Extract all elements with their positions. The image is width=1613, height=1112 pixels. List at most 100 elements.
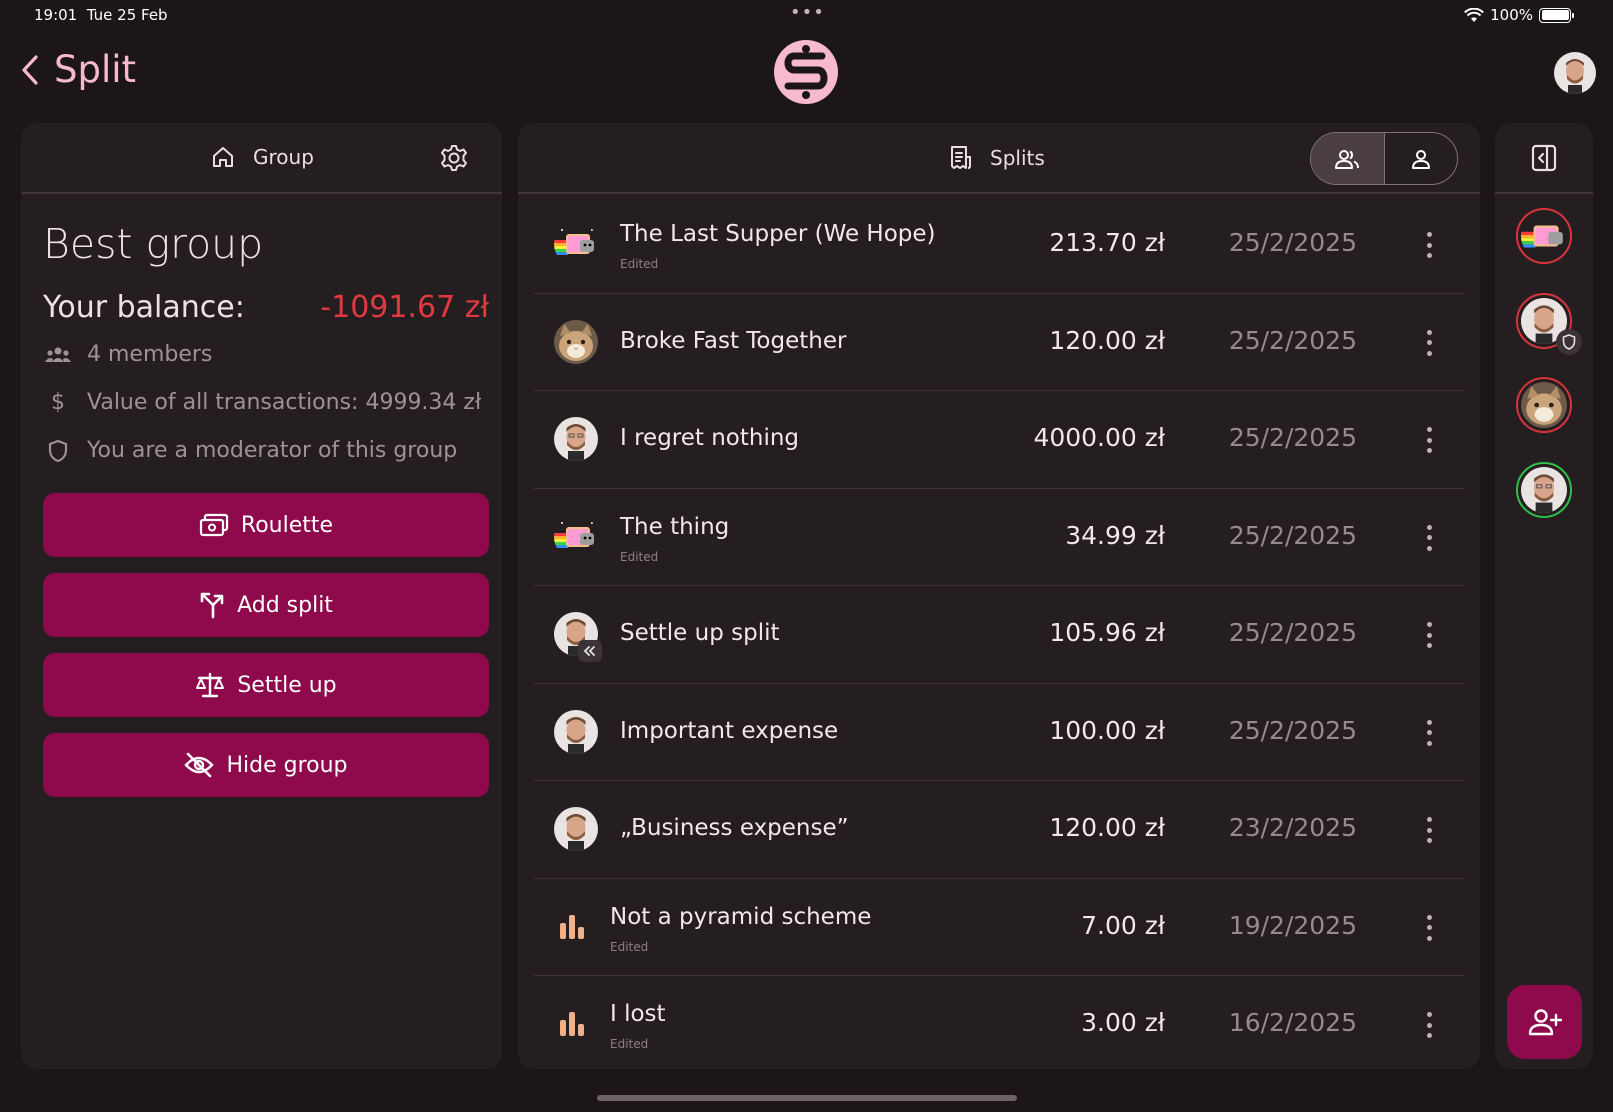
splits-panel: Splits The Last Supper (We Hope) Edited …	[518, 123, 1480, 1069]
members-panel-header	[1495, 123, 1593, 194]
split-date: 25/2/2025	[1228, 228, 1357, 257]
more-vertical-icon[interactable]	[1422, 230, 1436, 260]
split-name: I lost	[610, 1001, 666, 1027]
split-amount: 4000.00 zł	[1033, 423, 1165, 452]
split-name: I regret nothing	[620, 425, 800, 451]
bar-chart-icon	[558, 911, 588, 941]
split-edited: Edited	[620, 549, 659, 564]
shield-icon	[43, 439, 73, 463]
split-row[interactable]: I regret nothing 4000.00 zł 25/2/2025	[534, 391, 1464, 489]
split-row[interactable]: The Last Supper (We Hope) Edited 213.70 …	[534, 196, 1464, 294]
man-avatar	[554, 417, 598, 461]
split-date: 25/2/2025	[1228, 618, 1357, 647]
tab-splits[interactable]: Splits	[948, 145, 1045, 171]
roulette-label: Roulette	[240, 512, 334, 538]
split-row[interactable]: Settle up split 105.96 zł 25/2/2025	[534, 586, 1464, 684]
split-amount: 7.00 zł	[1081, 910, 1165, 940]
sidebar-collapse-icon[interactable]	[1531, 144, 1557, 176]
split-amount: 213.70 zł	[1049, 228, 1165, 257]
members-row: 4 members	[43, 342, 212, 367]
balance-row: Your balance: -1091.67 zł	[43, 290, 489, 325]
nyan-cat-avatar	[554, 222, 598, 266]
home-icon	[213, 147, 233, 167]
cat-avatar	[1521, 382, 1567, 428]
group-panel: Group Best group Your balance: -1091.67 …	[21, 123, 502, 1069]
split-amount: 3.00 zł	[1081, 1008, 1165, 1037]
member-avatar[interactable]	[1516, 208, 1572, 264]
settle-up-label: Settle up	[237, 672, 337, 698]
hide-group-button[interactable]: Hide group	[43, 733, 489, 797]
add-member-button[interactable]	[1507, 985, 1582, 1059]
man-avatar	[554, 807, 598, 851]
users-icon	[43, 345, 73, 365]
gear-icon[interactable]	[439, 143, 469, 177]
personal-view-toggle[interactable]	[1385, 133, 1458, 184]
split-name: Not a pyramid scheme	[610, 903, 872, 930]
back-button[interactable]: Split	[20, 48, 136, 91]
multitasking-dots-icon[interactable]: •••	[790, 2, 825, 23]
member-avatar[interactable]	[1516, 462, 1572, 518]
split-date: 25/2/2025	[1228, 325, 1357, 355]
settle-up-button[interactable]: Settle up	[43, 653, 489, 717]
member-avatar[interactable]	[1516, 293, 1582, 355]
split-logo-icon	[774, 40, 838, 104]
user-icon	[1411, 149, 1430, 169]
split-edited: Edited	[610, 1037, 649, 1051]
more-vertical-icon[interactable]	[1422, 1010, 1436, 1040]
status-clock: 19:01	[34, 6, 78, 24]
tab-group-label: Group	[253, 145, 314, 169]
more-vertical-icon[interactable]	[1422, 815, 1436, 845]
balance-value: -1091.67 zł	[320, 290, 489, 325]
split-row[interactable]: I lost Edited 3.00 zł 16/2/2025	[534, 976, 1464, 1069]
split-row[interactable]: Broke Fast Together 120.00 zł 25/2/2025	[534, 294, 1464, 391]
transactions-row: $ Value of all transactions: 4999.34 zł	[43, 390, 481, 415]
split-row[interactable]: Important expense 100.00 zł 25/2/2025	[534, 684, 1464, 781]
transactions-value: Value of all transactions: 4999.34 zł	[87, 390, 482, 415]
split-date: 23/2/2025	[1228, 813, 1357, 842]
split-row[interactable]: „Business expense” 120.00 zł 23/2/2025	[534, 781, 1464, 879]
group-name: Best group	[43, 220, 264, 268]
more-vertical-icon[interactable]	[1422, 913, 1436, 943]
more-vertical-icon[interactable]	[1422, 328, 1436, 358]
add-split-button[interactable]: Add split	[43, 573, 489, 637]
split-amount: 120.00 zł	[1049, 813, 1165, 842]
split-name: The thing	[620, 513, 730, 540]
split-name: Settle up split	[620, 620, 780, 646]
split-row[interactable]: Not a pyramid scheme Edited 7.00 zł 19/2…	[534, 879, 1464, 976]
page-title: Split	[54, 48, 137, 91]
split-row[interactable]: The thing Edited 34.99 zł 25/2/2025	[534, 489, 1464, 586]
split-name: The Last Supper (We Hope)	[620, 221, 936, 247]
split-date: 25/2/2025	[1228, 520, 1357, 550]
roulette-button[interactable]: Roulette	[43, 493, 489, 557]
status-time: 19:01 Tue 25 Feb	[34, 6, 168, 24]
split-list: The Last Supper (We Hope) Edited 213.70 …	[534, 196, 1464, 1069]
moderator-row: You are a moderator of this group	[43, 438, 457, 463]
tab-group[interactable]: Group	[211, 145, 314, 169]
view-toggle	[1310, 132, 1458, 185]
status-bar: 19:01 Tue 25 Feb ••• 100%	[0, 0, 1613, 32]
bar-chart-icon	[558, 1008, 588, 1038]
split-name: Broke Fast Together	[620, 327, 847, 354]
split-date: 25/2/2025	[1228, 715, 1357, 745]
split-date: 25/2/2025	[1228, 423, 1357, 452]
group-view-toggle[interactable]	[1311, 133, 1385, 184]
split-amount: 100.00 zł	[1049, 715, 1165, 745]
status-right: 100%	[1464, 6, 1574, 24]
home-indicator[interactable]	[597, 1095, 1017, 1101]
members-count: 4 members	[87, 342, 213, 367]
split-amount: 105.96 zł	[1049, 618, 1165, 647]
member-avatar[interactable]	[1516, 377, 1572, 433]
more-vertical-icon[interactable]	[1422, 718, 1436, 748]
man-avatar	[1521, 467, 1567, 513]
user-plus-icon	[1528, 1009, 1562, 1036]
user-avatar[interactable]	[1554, 52, 1596, 94]
more-vertical-icon[interactable]	[1422, 620, 1436, 650]
moderator-note: You are a moderator of this group	[87, 438, 458, 463]
split-date: 19/2/2025	[1228, 910, 1357, 940]
splits-panel-header: Splits	[518, 123, 1480, 194]
cat-avatar	[554, 319, 598, 364]
more-vertical-icon[interactable]	[1422, 523, 1436, 553]
battery-icon	[1539, 7, 1574, 23]
eye-off-icon	[184, 752, 215, 778]
more-vertical-icon[interactable]	[1422, 425, 1436, 455]
